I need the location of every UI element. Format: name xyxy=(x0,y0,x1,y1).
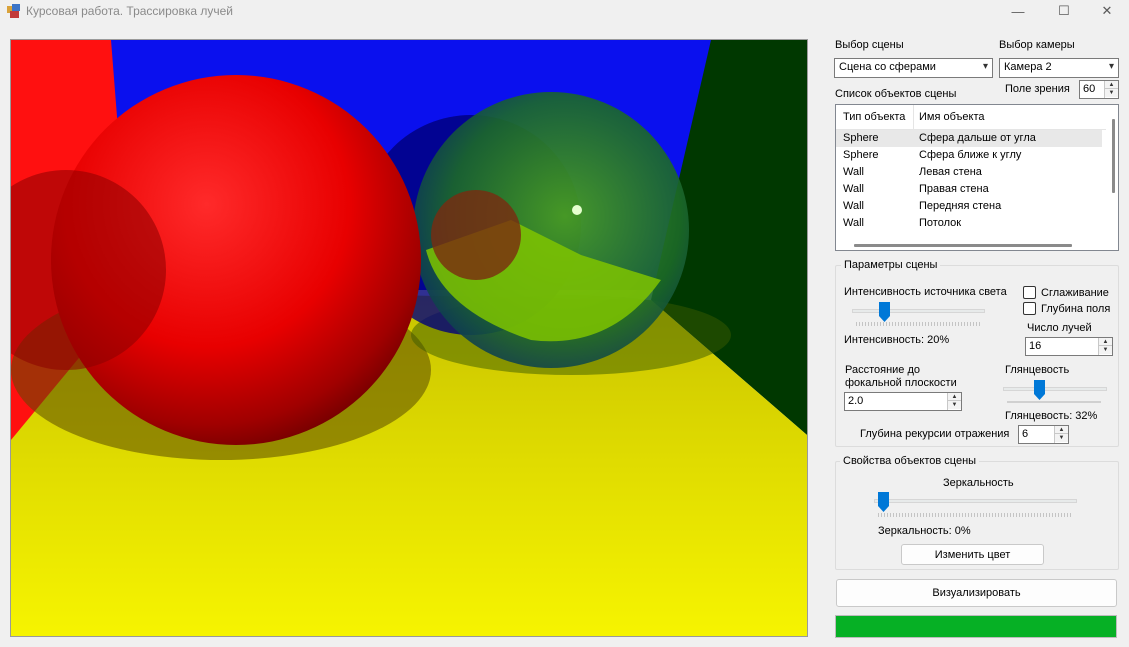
spin-down-icon[interactable]: ▼ xyxy=(948,401,961,409)
list-item[interactable]: Wall Левая стена xyxy=(836,164,1102,181)
change-color-button[interactable]: Изменить цвет xyxy=(901,544,1044,565)
window-title: Курсовая работа. Трассировка лучей xyxy=(26,4,233,18)
glass-sphere-inner-ball xyxy=(431,190,521,280)
fov-stepper[interactable]: 60 ▲ ▼ xyxy=(1079,80,1119,99)
rendered-image xyxy=(11,40,807,636)
rays-label: Число лучей xyxy=(1027,322,1092,334)
spin-down-icon[interactable]: ▼ xyxy=(1099,346,1112,354)
horizontal-scrollbar[interactable] xyxy=(836,241,1108,250)
focal-distance-label-1: Расстояние до xyxy=(845,364,921,376)
change-color-label: Изменить цвет xyxy=(934,548,1011,561)
list-item[interactable]: Sphere Сфера ближе к углу xyxy=(836,147,1102,164)
list-item[interactable]: Wall Правая стена xyxy=(836,181,1102,198)
gloss-thumb[interactable] xyxy=(1034,380,1046,400)
fov-value: 60 xyxy=(1083,83,1096,95)
list-item-type: Wall xyxy=(843,217,864,229)
antialiasing-label: Сглаживание xyxy=(1041,287,1109,299)
title-bar: Курсовая работа. Трассировка лучей — ☐ ✕ xyxy=(0,0,1129,24)
list-item[interactable]: Wall Потолок xyxy=(836,215,1102,232)
specular-ticks xyxy=(878,513,1073,517)
fov-label: Поле зрения xyxy=(1005,83,1070,95)
close-button[interactable]: ✕ xyxy=(1084,0,1129,22)
spin-up-icon[interactable]: ▲ xyxy=(1105,81,1118,89)
light-intensity-value: Интенсивность: 20% xyxy=(844,334,950,346)
spin-up-icon[interactable]: ▲ xyxy=(1055,426,1068,434)
depth-of-field-label: Глубина поля xyxy=(1041,303,1111,315)
minimize-button[interactable]: — xyxy=(995,0,1041,22)
camera-select-label: Выбор камеры xyxy=(999,39,1075,51)
light-intensity-track[interactable] xyxy=(852,309,985,313)
light-intensity-label: Интенсивность источника света xyxy=(844,286,1007,298)
glass-highlight xyxy=(572,205,582,215)
spin-up-icon[interactable]: ▲ xyxy=(1099,338,1112,346)
specular-track[interactable] xyxy=(874,499,1077,503)
minimize-icon: — xyxy=(1011,3,1025,19)
gloss-track[interactable] xyxy=(1003,387,1107,391)
list-item-name: Сфера ближе к углу xyxy=(919,149,1022,161)
gloss-label: Глянцевость xyxy=(1005,364,1070,376)
focal-distance-label-2: фокальной плоскости xyxy=(845,377,957,389)
objects-list[interactable]: Тип объекта Имя объекта Sphere Сфера дал… xyxy=(835,104,1119,251)
list-item-name: Потолок xyxy=(919,217,962,229)
chevron-down-icon: ▾ xyxy=(1108,61,1114,72)
spin-down-icon[interactable]: ▼ xyxy=(1105,89,1118,97)
render-viewport xyxy=(10,39,808,637)
column-header-name[interactable]: Имя объекта xyxy=(919,111,985,123)
specular-label: Зеркальность xyxy=(943,477,1014,489)
progress-fill xyxy=(836,616,1116,637)
light-intensity-thumb[interactable] xyxy=(878,302,890,322)
list-item-type: Wall xyxy=(843,183,864,195)
gloss-value: Глянцевость: 32% xyxy=(1005,410,1098,422)
list-item[interactable]: Wall Передняя стена xyxy=(836,198,1102,215)
scene-select-value: Сцена со сферами xyxy=(839,61,936,73)
list-item-type: Wall xyxy=(843,200,864,212)
focal-distance-stepper[interactable]: 2.0 ▲ ▼ xyxy=(844,392,962,411)
depth-of-field-checkbox[interactable] xyxy=(1023,302,1036,315)
camera-select-value: Камера 2 xyxy=(1004,61,1052,73)
camera-select[interactable]: Камера 2 ▾ xyxy=(999,58,1119,78)
maximize-icon: ☐ xyxy=(1058,3,1070,18)
recursion-depth-value: 6 xyxy=(1022,428,1029,440)
column-header-type[interactable]: Тип объекта xyxy=(843,111,905,123)
rays-stepper[interactable]: 16 ▲ ▼ xyxy=(1025,337,1113,356)
specular-value: Зеркальность: 0% xyxy=(878,525,971,537)
list-item-name: Левая стена xyxy=(919,166,982,178)
scene-params-title: Параметры сцены xyxy=(841,259,941,271)
list-item-name: Сфера дальше от угла xyxy=(919,132,1036,144)
scene-select[interactable]: Сцена со сферами ▾ xyxy=(834,58,993,78)
maximize-button[interactable]: ☐ xyxy=(1041,0,1087,22)
list-item-type: Sphere xyxy=(843,132,879,144)
chevron-down-icon: ▾ xyxy=(982,61,988,72)
rays-value: 16 xyxy=(1029,340,1042,352)
render-button[interactable]: Визуализировать xyxy=(836,579,1117,607)
render-button-label: Визуализировать xyxy=(932,587,1021,599)
render-progress-bar xyxy=(835,615,1117,638)
list-header: Тип объекта Имя объекта xyxy=(836,105,1106,130)
objects-list-label: Список объектов сцены xyxy=(835,88,957,100)
specular-thumb[interactable] xyxy=(878,492,889,512)
list-item-type: Wall xyxy=(843,166,864,178)
list-item-type: Sphere xyxy=(843,149,879,161)
app-icon xyxy=(7,4,20,18)
spin-up-icon[interactable]: ▲ xyxy=(948,393,961,401)
close-icon: ✕ xyxy=(1101,3,1113,18)
spin-down-icon[interactable]: ▼ xyxy=(1055,434,1068,442)
scene-select-label: Выбор сцены xyxy=(835,39,904,51)
antialiasing-checkbox[interactable] xyxy=(1023,286,1036,299)
vertical-scrollbar[interactable] xyxy=(1110,105,1118,250)
scrollbar-thumb[interactable] xyxy=(854,244,1072,247)
object-props-title: Свойства объектов сцены xyxy=(840,455,980,467)
recursion-depth-label: Глубина рекурсии отражения xyxy=(860,428,1010,440)
scrollbar-thumb[interactable] xyxy=(1112,119,1115,193)
focal-distance-value: 2.0 xyxy=(848,395,864,407)
list-item-name: Передняя стена xyxy=(919,200,1002,212)
list-item[interactable]: Sphere Сфера дальше от угла xyxy=(836,130,1102,147)
list-item-name: Правая стена xyxy=(919,183,989,195)
light-intensity-ticks xyxy=(856,322,981,326)
gloss-ticks xyxy=(1007,401,1101,403)
recursion-depth-stepper[interactable]: 6 ▲ ▼ xyxy=(1018,425,1069,444)
column-separator xyxy=(913,105,914,130)
